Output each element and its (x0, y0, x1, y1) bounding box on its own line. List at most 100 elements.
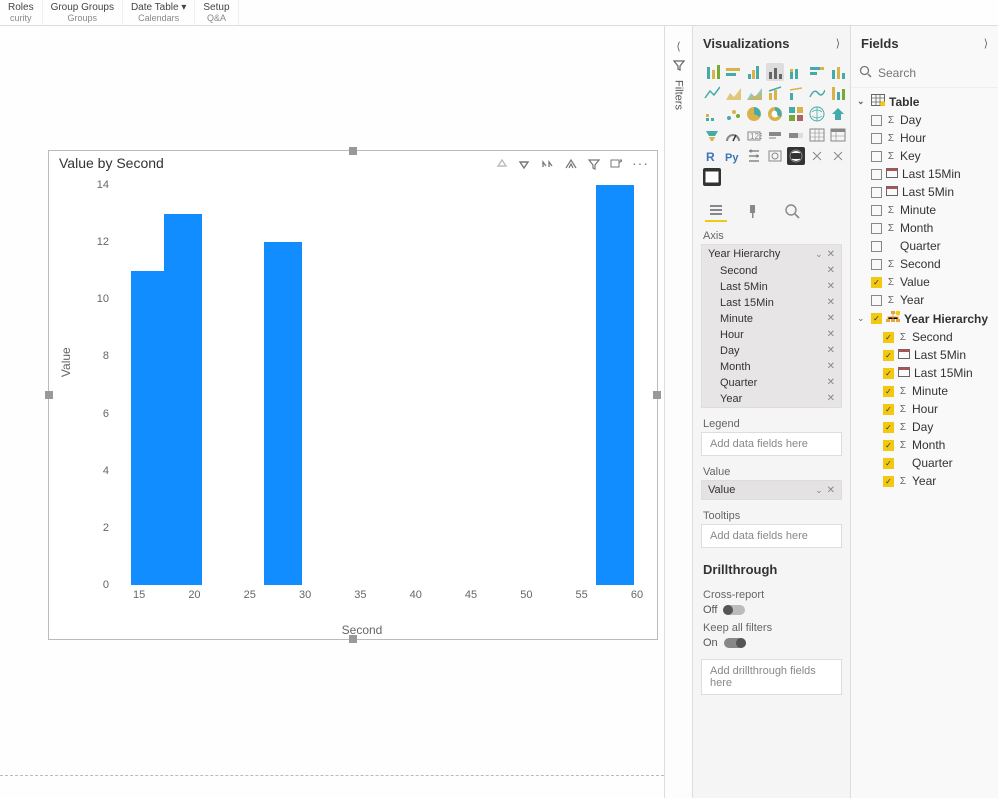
field-item[interactable]: ΣSecond (869, 255, 994, 273)
collapse-visualizations-icon[interactable]: ⟩ (836, 37, 840, 50)
hierarchy-node[interactable]: ⌄ ✓ Year Hierarchy (855, 309, 994, 328)
drillthrough-field-well[interactable]: Add drillthrough fields here (701, 659, 842, 695)
level-checkbox[interactable]: ✓ (883, 368, 894, 379)
drill-down-icon[interactable] (518, 155, 530, 171)
hierarchy-checkbox[interactable]: ✓ (871, 313, 882, 324)
viz-type-tile[interactable] (745, 84, 763, 102)
hierarchy-level[interactable]: ✓ΣYear (881, 472, 994, 490)
level-checkbox[interactable]: ✓ (883, 458, 894, 469)
legend-field-well[interactable]: Add data fields here (701, 432, 842, 456)
resize-handle-left[interactable] (45, 391, 53, 399)
viz-type-tile[interactable] (703, 84, 721, 102)
fields-search[interactable] (851, 59, 998, 88)
keep-all-filters-toggle[interactable]: On (703, 637, 840, 649)
table-node[interactable]: ⌄ Table (855, 92, 994, 111)
viz-type-tile[interactable] (829, 63, 847, 81)
filters-pane-collapsed[interactable]: ⟨ Filters (664, 26, 692, 798)
field-checkbox[interactable] (871, 133, 882, 144)
viz-type-tile[interactable] (766, 84, 784, 102)
viz-type-tile[interactable] (808, 126, 826, 144)
ribbon-group[interactable]: Rolescurity (0, 0, 43, 25)
field-item[interactable]: Last 15Min (869, 165, 994, 183)
field-checkbox[interactable] (871, 259, 882, 270)
viz-type-tile[interactable] (703, 63, 721, 81)
fields-tab[interactable] (705, 200, 727, 222)
viz-type-tile[interactable] (766, 63, 784, 81)
remove-axis-item[interactable]: ✕ (827, 377, 835, 389)
field-checkbox[interactable] (871, 205, 882, 216)
bar[interactable] (264, 242, 302, 585)
collapse-fields-icon[interactable]: ⟩ (984, 37, 988, 50)
field-item[interactable]: ✓ΣValue (869, 273, 994, 291)
viz-type-tile[interactable] (724, 63, 742, 81)
viz-type-tile[interactable] (745, 147, 763, 165)
viz-type-tile[interactable] (766, 147, 784, 165)
remove-value[interactable]: ✕ (827, 485, 835, 496)
tooltips-field-well[interactable]: Add data fields here (701, 524, 842, 548)
level-checkbox[interactable]: ✓ (883, 422, 894, 433)
value-field-well[interactable]: Value ⌄✕ (701, 480, 842, 500)
viz-type-tile[interactable] (787, 105, 805, 123)
drill-up-icon[interactable] (496, 155, 508, 171)
resize-handle-top[interactable] (349, 147, 357, 155)
field-item[interactable]: ΣYear (869, 291, 994, 309)
field-checkbox[interactable] (871, 223, 882, 234)
level-checkbox[interactable]: ✓ (883, 404, 894, 415)
ribbon-group[interactable]: SetupQ&A (195, 0, 238, 25)
remove-axis-item[interactable]: ✕ (827, 281, 835, 293)
hierarchy-level[interactable]: ✓ΣMinute (881, 382, 994, 400)
bar[interactable] (596, 185, 634, 585)
analytics-tab[interactable] (781, 200, 803, 222)
field-checkbox[interactable] (871, 241, 882, 252)
ribbon-group[interactable]: Date Table ▾Calendars (123, 0, 195, 25)
focus-mode-icon[interactable] (610, 155, 622, 171)
remove-axis-item[interactable]: ✕ (827, 297, 835, 309)
remove-axis-item[interactable]: ✕ (827, 329, 835, 341)
field-checkbox[interactable] (871, 187, 882, 198)
level-checkbox[interactable]: ✓ (883, 440, 894, 451)
report-canvas[interactable]: Value by Second ··· Value Second (0, 26, 664, 798)
viz-type-tile[interactable] (829, 84, 847, 102)
field-checkbox[interactable] (871, 115, 882, 126)
remove-axis-item[interactable]: ✕ (827, 361, 835, 373)
viz-type-tile[interactable] (703, 105, 721, 123)
remove-axis-hierarchy[interactable]: ✕ (827, 249, 835, 260)
format-tab[interactable] (743, 200, 765, 222)
viz-type-tile[interactable] (766, 126, 784, 144)
level-checkbox[interactable]: ✓ (883, 350, 894, 361)
hierarchy-level[interactable]: ✓ Quarter (881, 454, 994, 472)
viz-type-tile[interactable] (829, 147, 847, 165)
remove-axis-item[interactable]: ✕ (827, 313, 835, 325)
viz-type-tile[interactable] (787, 63, 805, 81)
viz-type-tile[interactable] (808, 105, 826, 123)
field-checkbox[interactable] (871, 295, 882, 306)
expand-all-icon[interactable] (564, 155, 578, 171)
remove-axis-item[interactable]: ✕ (827, 265, 835, 277)
viz-type-tile[interactable]: Py (724, 147, 742, 165)
viz-type-tile[interactable] (808, 63, 826, 81)
level-checkbox[interactable]: ✓ (883, 386, 894, 397)
viz-type-tile[interactable] (787, 147, 805, 165)
bar[interactable] (164, 214, 202, 585)
viz-type-tile[interactable] (787, 126, 805, 144)
viz-type-tile[interactable] (808, 147, 826, 165)
expand-filters-icon[interactable]: ⟨ (676, 40, 680, 53)
hierarchy-level[interactable]: ✓ΣDay (881, 418, 994, 436)
field-item[interactable]: Last 5Min (869, 183, 994, 201)
hierarchy-level[interactable]: ✓ΣHour (881, 400, 994, 418)
viz-type-tile[interactable] (745, 63, 763, 81)
field-item[interactable]: ΣMonth (869, 219, 994, 237)
resize-handle-right[interactable] (653, 391, 661, 399)
viz-type-tile[interactable] (703, 126, 721, 144)
field-item[interactable]: ΣMinute (869, 201, 994, 219)
cross-report-toggle[interactable]: Off (703, 604, 840, 616)
field-item[interactable]: Quarter (869, 237, 994, 255)
filter-icon[interactable] (588, 155, 600, 171)
hierarchy-level[interactable]: ✓ΣSecond (881, 328, 994, 346)
axis-field-well[interactable]: Year Hierarchy ⌄✕ Second✕Last 5Min✕Last … (701, 244, 842, 408)
viz-type-tile[interactable]: 123 (745, 126, 763, 144)
level-checkbox[interactable]: ✓ (883, 476, 894, 487)
field-checkbox[interactable] (871, 151, 882, 162)
viz-type-tile[interactable] (703, 168, 721, 186)
field-item[interactable]: ΣHour (869, 129, 994, 147)
